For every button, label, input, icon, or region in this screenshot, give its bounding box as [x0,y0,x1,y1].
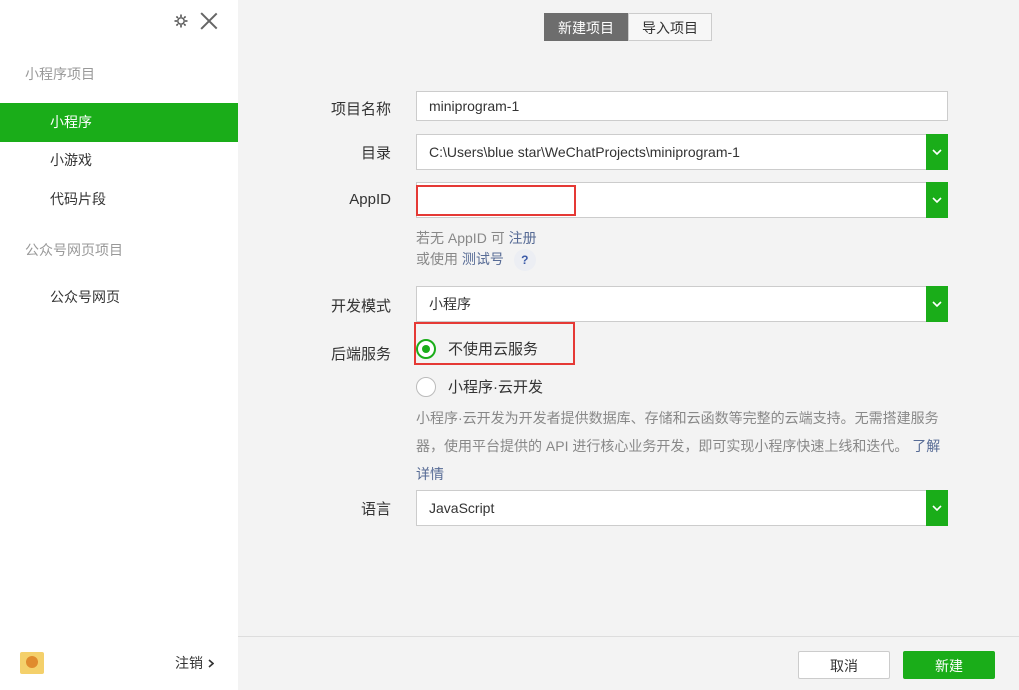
dev-mode-dropdown-button[interactable] [926,286,948,322]
chevron-down-icon [932,149,942,155]
tab-import-project[interactable]: 导入项目 [628,13,712,41]
help-icon[interactable]: ? [513,249,536,272]
bottom-bar: 取消 新建 [238,636,1019,690]
dev-mode-label: 开发模式 [330,298,391,315]
radio-unselected-icon[interactable] [416,376,436,397]
language-label: 语言 [360,501,391,518]
chevron-down-icon [932,505,942,511]
register-link[interactable]: 注册 [509,230,537,246]
directory-label: 目录 [360,145,391,162]
directory-value: C:\Users\blue star\WeChatProjects\minipr… [429,144,740,160]
appid-hint-text: 若无 AppID 可 [416,230,505,246]
language-value: JavaScript [429,500,495,516]
language-dropdown-button[interactable] [926,490,948,526]
chevron-down-icon [932,301,942,307]
main-panel: 新建项目 导入项目 项目名称 miniprogram-1 目录 C:\Users… [238,0,1019,690]
dev-mode-select[interactable]: 小程序 [416,286,948,322]
appid-or-use-text: 或使用 [416,251,458,267]
appid-label: AppID [349,191,391,208]
backend-label: 后端服务 [330,346,391,363]
project-tabs: 新建项目 导入项目 [544,13,712,41]
project-name-input[interactable]: miniprogram-1 [416,91,948,121]
avatar[interactable] [20,652,44,674]
chevron-right-icon [208,658,214,668]
sidebar-section-miniprogram: 小程序项目 [25,66,95,82]
appid-highlight-box [416,185,576,216]
chevron-down-icon [932,197,942,203]
cloud-description-text: 小程序·云开发为开发者提供数据库、存储和云函数等完整的云端支持。无需搭建服务器，… [416,410,939,454]
project-name-label: 项目名称 [330,101,391,118]
backend-option-cloud-label: 小程序·云开发 [448,379,543,396]
sidebar-item-miniprogram[interactable]: 小程序 [0,103,238,142]
language-select[interactable]: JavaScript [416,490,948,526]
cancel-button[interactable]: 取消 [798,651,890,679]
backend-highlight-box [414,322,575,365]
close-icon[interactable] [198,10,220,32]
cloud-description: 小程序·云开发为开发者提供数据库、存储和云函数等完整的云端支持。无需搭建服务器，… [416,404,951,488]
sidebar-section-official-account: 公众号网页项目 [25,242,123,258]
appid-dropdown-button[interactable] [926,182,948,218]
create-button[interactable]: 新建 [903,651,995,679]
sidebar-item-official-account-web[interactable]: 公众号网页 [0,278,238,317]
logout-button[interactable]: 注销 [175,653,214,673]
sidebar: 小程序项目 小程序 小游戏 代码片段 公众号网页项目 公众号网页 注销 [0,0,238,690]
appid-hint-test: 或使用 测试号 ? [416,249,536,272]
sidebar-item-minigame[interactable]: 小游戏 [0,141,238,180]
gear-icon[interactable] [174,14,188,28]
directory-select[interactable]: C:\Users\blue star\WeChatProjects\minipr… [416,134,948,170]
tab-new-project[interactable]: 新建项目 [544,13,628,41]
sidebar-footer: 注销 [0,650,238,676]
appid-hint-register: 若无 AppID 可 注册 [416,228,537,248]
test-account-link[interactable]: 测试号 [462,251,504,267]
backend-option-cloud[interactable]: 小程序·云开发 [416,376,543,397]
dev-mode-value: 小程序 [429,296,471,312]
sidebar-item-code-snippet[interactable]: 代码片段 [0,180,238,219]
sidebar-top-controls [174,10,220,32]
directory-dropdown-button[interactable] [926,134,948,170]
logout-label: 注销 [175,655,203,671]
